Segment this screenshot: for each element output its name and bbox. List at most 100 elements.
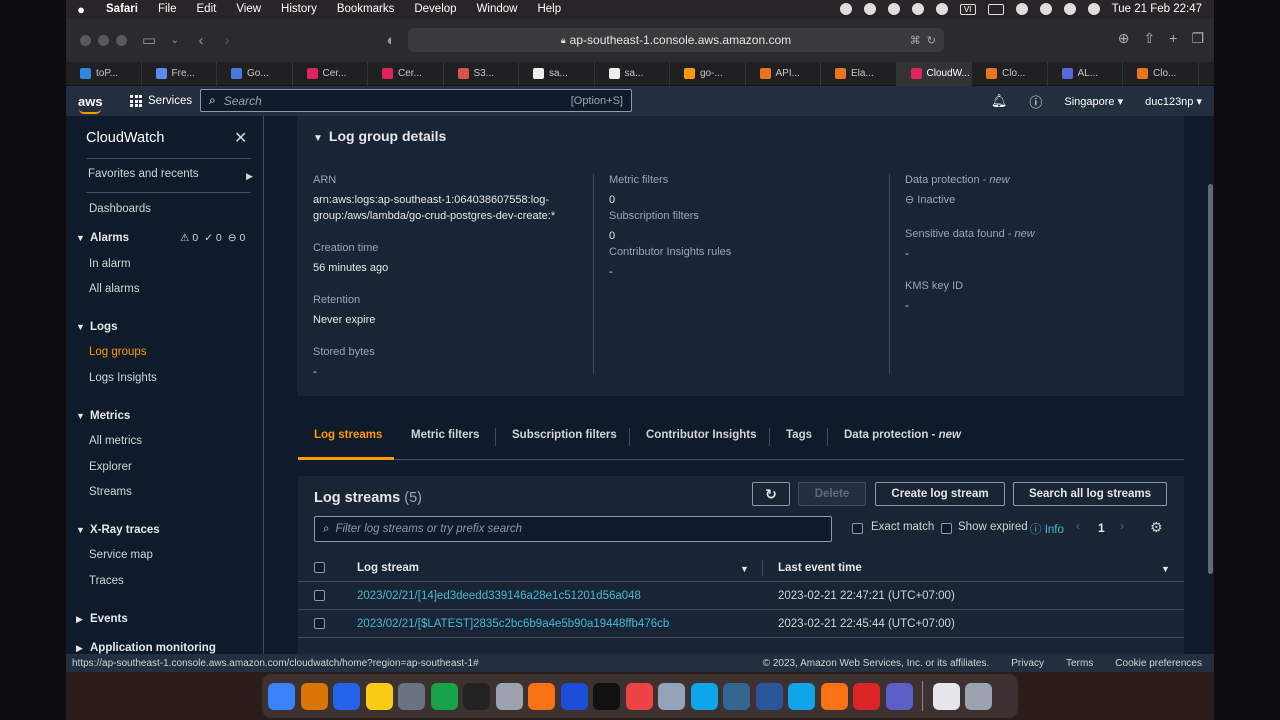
sidebar-item-in-alarm[interactable]: In alarm: [89, 258, 131, 270]
prev-page-icon[interactable]: ‹: [1076, 519, 1080, 533]
ok-badge[interactable]: ✓ 0: [204, 232, 222, 244]
input-method-icon[interactable]: VI: [959, 3, 976, 15]
services-menu[interactable]: Services: [116, 95, 202, 107]
terminal-icon[interactable]: [593, 682, 620, 710]
sidebar-section-xray[interactable]: ▼ X-Ray traces: [76, 524, 160, 536]
firefox-icon[interactable]: [820, 682, 848, 710]
show-expired-checkbox[interactable]: [941, 523, 952, 534]
browser-tab[interactable]: API...: [746, 61, 821, 86]
sort-icon[interactable]: ▼: [740, 564, 749, 574]
sidebar-toggle-icon[interactable]: ▭: [136, 31, 162, 49]
downloads-icon[interactable]: ⊕: [1118, 30, 1130, 47]
control-center-icon[interactable]: [1063, 3, 1076, 15]
menu-bookmarks[interactable]: Bookmarks: [327, 3, 405, 15]
bell-icon[interactable]: 🔔︎: [991, 93, 1008, 109]
sidebar-section-appmon[interactable]: ▶ Application monitoring: [76, 642, 216, 654]
chevron-down-icon[interactable]: ⌄: [162, 35, 188, 46]
wifi-icon[interactable]: [1015, 3, 1028, 15]
terms-link[interactable]: Terms: [1066, 658, 1093, 669]
check-icon[interactable]: [863, 3, 876, 15]
close-icon[interactable]: ✕: [234, 128, 247, 148]
cookie-preferences-link[interactable]: Cookie preferences: [1115, 658, 1202, 669]
translate-icon[interactable]: ⌘: [910, 34, 921, 47]
notes-icon[interactable]: [365, 682, 393, 710]
forward-icon[interactable]: ›: [214, 32, 240, 49]
search-all-log-streams-button[interactable]: Search all log streams: [1013, 482, 1167, 506]
teams-icon[interactable]: [885, 682, 913, 710]
next-page-icon[interactable]: ›: [1120, 519, 1124, 533]
browser-tab[interactable]: sa...: [519, 61, 595, 86]
menu-history[interactable]: History: [271, 3, 327, 15]
close-window-button[interactable]: [80, 34, 91, 46]
browser-tab[interactable]: Go...: [217, 61, 293, 86]
sidebar-item-streams[interactable]: Streams: [89, 486, 132, 498]
document-icon[interactable]: [932, 682, 960, 710]
delete-button[interactable]: Delete: [798, 482, 866, 506]
sidebar-section-metrics[interactable]: ▼ Metrics: [76, 410, 130, 422]
menu-clock[interactable]: Tue 21 Feb 22:47: [1112, 3, 1202, 15]
menu-help[interactable]: Help: [527, 3, 571, 15]
menu-window[interactable]: Window: [467, 3, 528, 15]
textedit-icon[interactable]: [495, 682, 523, 710]
browser-tab[interactable]: CloudW...: [896, 61, 972, 86]
browser-tab[interactable]: S3...: [444, 61, 519, 86]
safari-icon[interactable]: [333, 682, 360, 710]
finder-icon[interactable]: [268, 682, 295, 710]
aws-search-input[interactable]: ⌕ Search [Option+S]: [200, 89, 632, 112]
alarm-badge[interactable]: ⚠ 0: [180, 232, 198, 244]
select-all-checkbox[interactable]: [314, 562, 325, 573]
postman-icon[interactable]: [528, 682, 555, 710]
tab-overview-icon[interactable]: ❐: [1191, 30, 1204, 47]
log-stream-link[interactable]: 2023/02/21/[14]ed3deedd339146a28e1c51201…: [357, 590, 641, 602]
sidebar-item-explorer[interactable]: Explorer: [89, 461, 132, 473]
exact-match-checkbox[interactable]: [852, 523, 863, 534]
sidebar-item-logs-insights[interactable]: Logs Insights: [89, 372, 157, 384]
insufficient-badge[interactable]: ⊖ 0: [228, 232, 246, 244]
menu-file[interactable]: File: [148, 3, 187, 15]
zoom-window-button[interactable]: [116, 34, 127, 46]
chrome-icon[interactable]: [430, 682, 458, 710]
sidebar-item-dashboards[interactable]: Dashboards: [89, 203, 151, 215]
browser-tab[interactable]: go-...: [670, 61, 746, 86]
browser-tab[interactable]: Ela...: [821, 61, 897, 86]
back-icon[interactable]: ‹: [188, 32, 214, 49]
privacy-link[interactable]: Privacy: [1011, 658, 1044, 669]
row-checkbox[interactable]: [314, 590, 325, 601]
help-icon[interactable]: ⓘ: [1029, 92, 1042, 111]
row-checkbox[interactable]: [314, 618, 325, 629]
siri-icon[interactable]: [1087, 3, 1100, 15]
system-preferences-icon[interactable]: [398, 682, 425, 710]
launchpad-icon[interactable]: [300, 682, 328, 710]
address-bar[interactable]: 🔒︎ ap-southeast-1.console.aws.amazon.com…: [408, 28, 944, 52]
new-tab-icon[interactable]: +: [1169, 30, 1177, 47]
battery-icon[interactable]: [987, 3, 1004, 15]
menu-view[interactable]: View: [226, 3, 271, 15]
column-last-event-time[interactable]: Last event time: [778, 562, 862, 574]
browser-tab[interactable]: sa...: [595, 61, 670, 86]
tableplus-icon[interactable]: [658, 682, 685, 710]
create-log-stream-button[interactable]: Create log stream: [875, 482, 1005, 506]
sidebar-section-alarms[interactable]: ▼ Alarms: [76, 232, 129, 244]
vscode-icon[interactable]: [560, 682, 588, 710]
spotlight-icon[interactable]: [1039, 3, 1052, 15]
browser-tab[interactable]: Clo...: [972, 61, 1048, 86]
menu-develop[interactable]: Develop: [404, 3, 466, 15]
sidebar-item-all-metrics[interactable]: All metrics: [89, 435, 142, 447]
skype-icon[interactable]: [788, 682, 815, 710]
record-icon[interactable]: [839, 3, 852, 15]
cloud-icon[interactable]: [887, 3, 900, 15]
menu-safari[interactable]: Safari: [96, 3, 148, 15]
docker-icon[interactable]: [690, 682, 718, 710]
tab-data-protection[interactable]: Data protection - new: [844, 429, 961, 441]
sidebar-item-all-alarms[interactable]: All alarms: [89, 283, 139, 295]
refresh-button[interactable]: ↻: [752, 482, 790, 506]
music-icon[interactable]: [625, 682, 653, 710]
play-icon[interactable]: [935, 3, 948, 15]
account-menu[interactable]: duc123np ▾: [1145, 95, 1202, 108]
current-page[interactable]: 1: [1098, 521, 1105, 535]
activity-monitor-icon[interactable]: [463, 682, 490, 710]
tab-subscription-filters[interactable]: Subscription filters: [512, 429, 617, 441]
sidebar-item-service-map[interactable]: Service map: [89, 549, 153, 561]
reload-icon[interactable]: ↻: [927, 34, 936, 47]
aws-logo[interactable]: aws: [66, 94, 116, 114]
